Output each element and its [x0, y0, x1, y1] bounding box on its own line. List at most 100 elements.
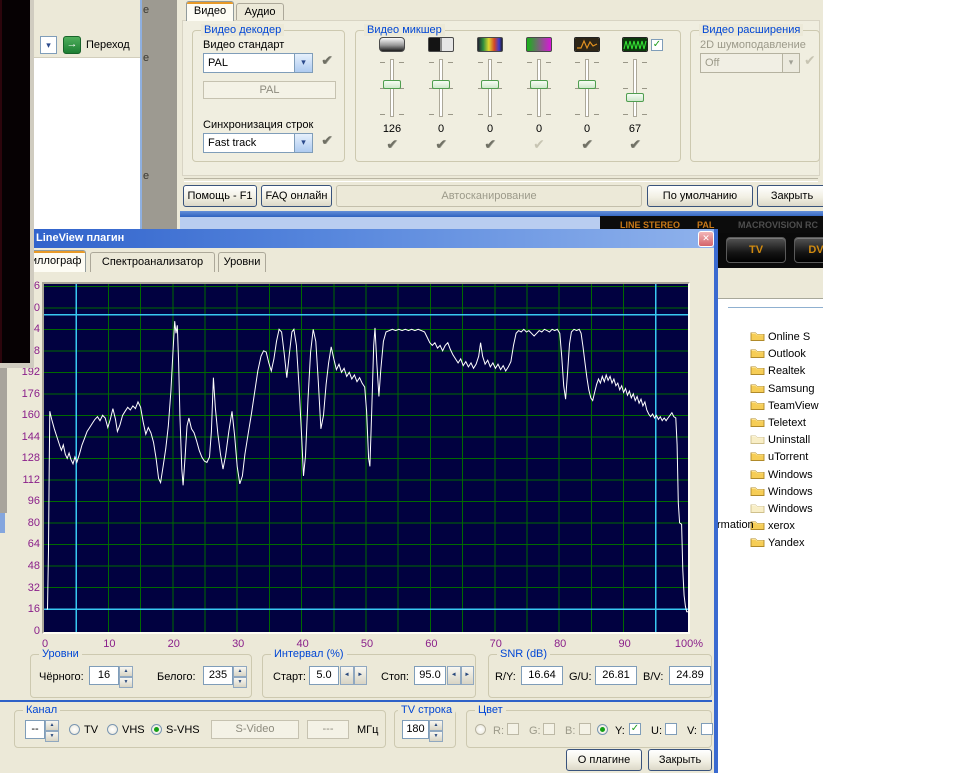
folder-name[interactable]: TeamView: [768, 400, 819, 412]
mixer-slider[interactable]: [470, 59, 510, 119]
channel-number-field[interactable]: --: [25, 720, 45, 739]
address-dropdown-button[interactable]: ▾: [40, 36, 57, 54]
folder-name[interactable]: Outlook: [768, 348, 806, 360]
white-level-field[interactable]: 235: [203, 666, 233, 685]
folder-item[interactable]: TeamView: [750, 399, 819, 415]
folder-item[interactable]: Teletext: [750, 416, 806, 432]
radio-tv[interactable]: [69, 724, 80, 735]
tv-window-band: [180, 217, 600, 229]
tab-spectrum-analyzer[interactable]: Спектроанализатор: [90, 252, 215, 272]
folder-icon: [750, 330, 765, 342]
slider-track[interactable]: [633, 59, 637, 117]
close-button[interactable]: Закрыть: [648, 749, 712, 771]
check-icon: ✔: [466, 137, 514, 153]
dv-mode-button[interactable]: DV: [794, 237, 823, 263]
check-y-label: Y:: [615, 725, 625, 737]
sharpness-icon: [574, 37, 600, 52]
slider-thumb[interactable]: [626, 93, 644, 102]
separator-hairline: [728, 307, 823, 308]
mixer-slider[interactable]: [421, 59, 461, 119]
text-fragment: rmation: [717, 519, 754, 531]
defaults-button[interactable]: По умолчанию: [647, 185, 753, 207]
folder-name[interactable]: Online S: [768, 331, 810, 343]
channel-number-spinner[interactable]: ▲▼: [45, 720, 59, 739]
folder-item[interactable]: Samsung: [750, 382, 814, 398]
folder-name[interactable]: xerox: [768, 520, 795, 532]
tv-line-field[interactable]: 180: [402, 720, 429, 739]
folder-item[interactable]: Realtek: [750, 364, 805, 380]
folder-item[interactable]: Windows: [750, 468, 813, 484]
faq-button[interactable]: FAQ онлайн: [261, 185, 332, 207]
folder-name[interactable]: Teletext: [768, 417, 806, 429]
combobox-button[interactable]: ▾: [294, 134, 312, 152]
folder-name[interactable]: Windows: [768, 469, 813, 481]
start-field[interactable]: 5.0: [309, 666, 339, 685]
radio-vhs[interactable]: [107, 724, 118, 735]
close-button[interactable]: Закрыть: [757, 185, 823, 207]
tab-video[interactable]: Видео: [186, 1, 234, 21]
mixer-sliders: 126 ✔ 0 ✔ 0 ✔: [356, 31, 682, 163]
tv-line-spinner[interactable]: ▲▼: [429, 720, 443, 739]
folder-name[interactable]: Yandex: [768, 537, 805, 549]
slider-thumb[interactable]: [481, 80, 499, 89]
snr-bv-field: 24.89: [669, 666, 711, 685]
folder-item[interactable]: xerox: [750, 519, 795, 535]
folder-name[interactable]: Windows: [768, 503, 813, 515]
group-title: SNR (dB): [497, 648, 550, 660]
slider-thumb[interactable]: [530, 80, 548, 89]
folder-item[interactable]: Outlook: [750, 347, 806, 363]
radio-yuv[interactable]: [597, 724, 608, 735]
folder-item[interactable]: Windows: [750, 485, 813, 501]
checkbox-u[interactable]: [665, 723, 677, 735]
interval-group: Интервал (%) Старт: 5.0 ◄► Стоп: 95.0 ◄►: [262, 654, 476, 698]
tv-mode-button[interactable]: TV: [726, 237, 786, 263]
check-icon: ✔: [515, 137, 563, 153]
video-standard-combobox[interactable]: PAL ▾: [203, 53, 313, 73]
mixer-slider[interactable]: [615, 59, 655, 119]
stop-arrows[interactable]: ◄►: [447, 666, 474, 685]
black-level-field[interactable]: 16: [89, 666, 119, 685]
folder-name[interactable]: Uninstall: [768, 434, 810, 446]
checkbox-v[interactable]: [701, 723, 713, 735]
slider-thumb[interactable]: [432, 80, 450, 89]
folder-item[interactable]: Uninstall: [750, 433, 810, 449]
checkbox-y[interactable]: ✓: [629, 723, 641, 735]
chevron-down-icon: ▾: [301, 57, 306, 67]
go-button[interactable]: →: [63, 36, 81, 54]
black-level-spinner[interactable]: ▲▼: [119, 666, 133, 685]
video-settings-dialog: Видео Аудио Видео декодер Видео стандарт…: [180, 0, 823, 211]
help-button[interactable]: Помощь - F1: [183, 185, 257, 207]
folder-item[interactable]: Windows: [750, 502, 813, 518]
folder-name[interactable]: Windows: [768, 486, 813, 498]
mixer-channel: 0 ✔: [563, 37, 611, 159]
about-plugin-button[interactable]: О плагине: [566, 749, 642, 771]
radio-svhs[interactable]: [151, 724, 162, 735]
radio-rgb[interactable]: [475, 724, 486, 735]
snr-ry-field: 16.64: [521, 666, 563, 685]
white-level-spinner[interactable]: ▲▼: [233, 666, 247, 685]
stop-field[interactable]: 95.0: [414, 666, 446, 685]
y-tick-label: 16: [0, 603, 40, 615]
start-arrows[interactable]: ◄►: [340, 666, 367, 685]
close-icon[interactable]: ✕: [698, 231, 714, 247]
go-button-label[interactable]: Переход: [86, 39, 130, 51]
folder-name[interactable]: Realtek: [768, 365, 805, 377]
folder-name[interactable]: uTorrent: [768, 451, 808, 463]
tab-audio[interactable]: Аудио: [236, 3, 284, 21]
brightness-icon: [379, 37, 405, 52]
folder-icon: [750, 485, 765, 497]
combobox-button[interactable]: ▾: [294, 54, 312, 72]
mixer-slider[interactable]: [519, 59, 559, 119]
folder-item[interactable]: Yandex: [750, 536, 805, 552]
lineview-titlebar[interactable]: LineView плагин ✕: [0, 229, 714, 248]
folder-name[interactable]: Samsung: [768, 383, 814, 395]
mixer-enable-checkbox[interactable]: ✓: [651, 39, 663, 51]
slider-thumb[interactable]: [383, 80, 401, 89]
slider-thumb[interactable]: [578, 80, 596, 89]
mixer-slider[interactable]: [372, 59, 412, 119]
folder-item[interactable]: uTorrent: [750, 450, 808, 466]
sync-combobox[interactable]: Fast track ▾: [203, 133, 313, 153]
mixer-slider[interactable]: [567, 59, 607, 119]
folder-item[interactable]: Online S: [750, 330, 810, 346]
tab-levels[interactable]: Уровни: [218, 252, 266, 272]
